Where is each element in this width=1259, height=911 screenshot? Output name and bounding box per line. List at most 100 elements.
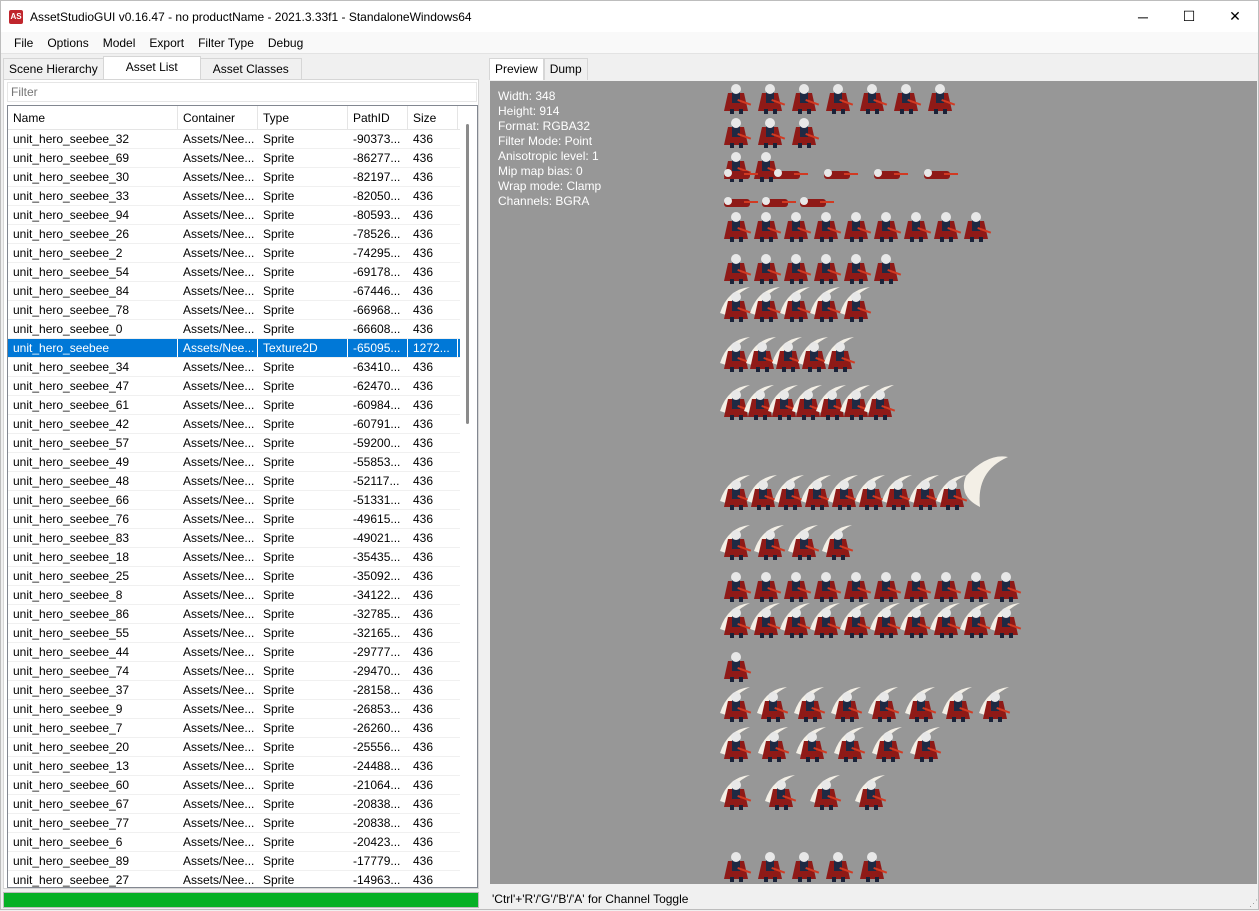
menu-export[interactable]: Export — [142, 32, 191, 54]
sprite-frame — [758, 84, 786, 114]
status-text: 'Ctrl'+'R'/'G'/'B'/'A' for Channel Toggl… — [492, 892, 689, 906]
menu-file[interactable]: File — [7, 32, 40, 54]
cell-pathid: -80593... — [353, 208, 401, 222]
cell-size: 436 — [413, 417, 434, 431]
table-row[interactable]: unit_hero_seebee_13 Assets/Nee... Sprite -2… — [8, 757, 477, 776]
cell-type: Sprite — [263, 493, 295, 507]
table-row[interactable]: unit_hero_seebee_26 Assets/Nee... Sprite -7… — [8, 225, 477, 244]
table-row[interactable]: unit_hero_seebee_27 Assets/Nee... Sprite -1… — [8, 871, 477, 887]
vertical-scrollbar[interactable] — [460, 106, 477, 887]
cell-name: unit_hero_seebee_89 — [13, 854, 130, 868]
table-row[interactable]: unit_hero_seebee_78 Assets/Nee... Sprite -6… — [8, 301, 477, 320]
minimize-button[interactable]: ─ — [1120, 1, 1166, 32]
cell-size: 436 — [413, 170, 434, 184]
tab-asset-classes[interactable]: Asset Classes — [199, 58, 302, 80]
table-row[interactable]: unit_hero_seebee_20 Assets/Nee... Sprite -2… — [8, 738, 477, 757]
table-row[interactable]: unit_hero_seebee_47 Assets/Nee... Sprite -6… — [8, 377, 477, 396]
cell-name: unit_hero_seebee_25 — [13, 569, 130, 583]
table-row[interactable]: unit_hero_seebee_30 Assets/Nee... Sprite -8… — [8, 168, 477, 187]
table-row[interactable]: unit_hero_seebee_74 Assets/Nee... Sprite -2… — [8, 662, 477, 681]
cell-size: 436 — [413, 702, 434, 716]
table-row[interactable]: unit_hero_seebee_37 Assets/Nee... Sprite -2… — [8, 681, 477, 700]
table-row[interactable]: unit_hero_seebee_84 Assets/Nee... Sprite -6… — [8, 282, 477, 301]
sprite-frame — [930, 603, 962, 638]
tab-asset-list[interactable]: Asset List — [102, 56, 201, 80]
asset-list-view[interactable]: Name Container Type PathID Size unit_her… — [7, 105, 478, 888]
column-header-container[interactable]: Container — [178, 106, 258, 129]
table-row[interactable]: unit_hero_seebee_8 Assets/Nee... Sprite -34… — [8, 586, 477, 605]
table-row[interactable]: unit_hero_seebee_61 Assets/Nee... Sprite -6… — [8, 396, 477, 415]
cell-container: Assets/Nee... — [183, 455, 255, 469]
column-header-type[interactable]: Type — [258, 106, 348, 129]
cell-pathid: -49021... — [353, 531, 401, 545]
table-row[interactable]: unit_hero_seebee_66 Assets/Nee... Sprite -5… — [8, 491, 477, 510]
table-row[interactable]: unit_hero_seebee_67 Assets/Nee... Sprite -2… — [8, 795, 477, 814]
menu-model[interactable]: Model — [96, 32, 143, 54]
sprite-frame — [780, 287, 812, 322]
maximize-button[interactable]: ☐ — [1166, 1, 1212, 32]
tab-preview[interactable]: Preview — [489, 58, 544, 80]
cell-name: unit_hero_seebee_32 — [13, 132, 130, 146]
table-row[interactable]: unit_hero_seebee_86 Assets/Nee... Sprite -3… — [8, 605, 477, 624]
table-row[interactable]: unit_hero_seebee_44 Assets/Nee... Sprite -2… — [8, 643, 477, 662]
cell-pathid: -82050... — [353, 189, 401, 203]
table-row[interactable]: unit_hero_seebee_7 Assets/Nee... Sprite -26… — [8, 719, 477, 738]
tab-scene-hierarchy[interactable]: Scene Hierarchy — [3, 58, 104, 80]
menu-debug[interactable]: Debug — [261, 32, 310, 54]
table-row[interactable]: unit_hero_seebee_0 Assets/Nee... Sprite -66… — [8, 320, 477, 339]
cell-name: unit_hero_seebee_48 — [13, 474, 130, 488]
column-header-pathid[interactable]: PathID — [348, 106, 408, 129]
cell-type: Sprite — [263, 379, 295, 393]
preview-area[interactable]: Width: 348 Height: 914 Format: RGBA32 Fi… — [490, 81, 1257, 884]
scrollbar-thumb[interactable] — [466, 124, 469, 424]
table-row[interactable]: unit_hero_seebee_57 Assets/Nee... Sprite -5… — [8, 434, 477, 453]
tab-dump[interactable]: Dump — [543, 58, 588, 80]
table-row[interactable]: unit_hero_seebee_25 Assets/Nee... Sprite -3… — [8, 567, 477, 586]
menu-filter-type[interactable]: Filter Type — [191, 32, 261, 54]
sprite-frame — [872, 727, 904, 762]
table-row[interactable]: unit_hero_seebee_83 Assets/Nee... Sprite -4… — [8, 529, 477, 548]
table-row[interactable]: unit_hero_seebee_34 Assets/Nee... Sprite -6… — [8, 358, 477, 377]
table-row[interactable]: unit_hero_seebee_32 Assets/Nee... Sprite -9… — [8, 130, 477, 149]
column-header-size[interactable]: Size — [408, 106, 458, 129]
table-row[interactable]: unit_hero_seebee_69 Assets/Nee... Sprite -8… — [8, 149, 477, 168]
table-row[interactable]: unit_hero_seebee_55 Assets/Nee... Sprite -3… — [8, 624, 477, 643]
table-row[interactable]: unit_hero_seebee_6 Assets/Nee... Sprite -20… — [8, 833, 477, 852]
table-row[interactable]: unit_hero_seebee_89 Assets/Nee... Sprite -1… — [8, 852, 477, 871]
table-row[interactable]: unit_hero_seebee_2 Assets/Nee... Sprite -74… — [8, 244, 477, 263]
table-row[interactable]: unit_hero_seebee_94 Assets/Nee... Sprite -8… — [8, 206, 477, 225]
cell-name: unit_hero_seebee_27 — [13, 873, 130, 887]
table-row[interactable]: unit_hero_seebee_42 Assets/Nee... Sprite -6… — [8, 415, 477, 434]
resize-grip-icon[interactable]: ⋰ — [1249, 898, 1258, 909]
filter-input[interactable] — [7, 82, 477, 102]
cell-size: 436 — [413, 227, 434, 241]
table-row[interactable]: unit_hero_seebee_76 Assets/Nee... Sprite -4… — [8, 510, 477, 529]
table-row[interactable]: unit_hero_seebee_60 Assets/Nee... Sprite -2… — [8, 776, 477, 795]
sprite-frame — [792, 118, 820, 148]
column-header-name[interactable]: Name — [8, 106, 178, 129]
sprite-frame — [816, 385, 848, 420]
table-row[interactable]: unit_hero_seebee Assets/Nee... Texture2D -6… — [8, 339, 477, 358]
table-row[interactable]: unit_hero_seebee_9 Assets/Nee... Sprite -26… — [8, 700, 477, 719]
menu-options[interactable]: Options — [40, 32, 95, 54]
table-row[interactable]: unit_hero_seebee_54 Assets/Nee... Sprite -6… — [8, 263, 477, 282]
table-row[interactable]: unit_hero_seebee_49 Assets/Nee... Sprite -5… — [8, 453, 477, 472]
cell-size: 436 — [413, 398, 434, 412]
cell-pathid: -25556... — [353, 740, 401, 754]
sprite-frame — [720, 525, 752, 560]
cell-name: unit_hero_seebee_0 — [13, 322, 123, 336]
close-button[interactable]: ✕ — [1212, 1, 1258, 32]
sprite-frame — [826, 84, 854, 114]
table-row[interactable]: unit_hero_seebee_18 Assets/Nee... Sprite -3… — [8, 548, 477, 567]
title-bar[interactable]: AS AssetStudioGUI v0.16.47 - no productN… — [1, 1, 1258, 32]
cell-type: Sprite — [263, 645, 295, 659]
table-row[interactable]: unit_hero_seebee_48 Assets/Nee... Sprite -5… — [8, 472, 477, 491]
table-row[interactable]: unit_hero_seebee_33 Assets/Nee... Sprite -8… — [8, 187, 477, 206]
table-row[interactable]: unit_hero_seebee_77 Assets/Nee... Sprite -2… — [8, 814, 477, 833]
sprite-frame — [774, 169, 808, 179]
sprite-frame — [810, 775, 842, 810]
cell-container: Assets/Nee... — [183, 759, 255, 773]
cell-type: Sprite — [263, 246, 295, 260]
sprite-frame — [814, 212, 842, 242]
cell-size: 436 — [413, 531, 434, 545]
